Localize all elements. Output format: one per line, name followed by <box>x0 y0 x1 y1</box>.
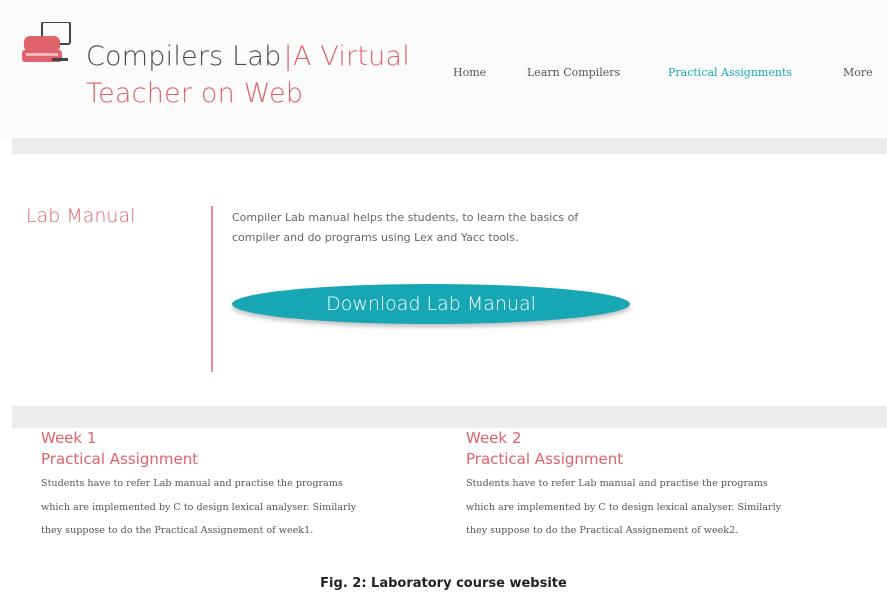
week-title[interactable]: Week 1 <box>41 428 461 448</box>
week-subtitle[interactable]: Practical Assignment <box>41 448 461 470</box>
header-divider-band <box>12 138 887 154</box>
nav-practical-assignments[interactable]: Practical Assignments <box>668 66 792 79</box>
site-brand[interactable]: Compilers Lab|A Virtual Teacher on Web <box>86 38 410 112</box>
week-description: Students have to refer Lab manual and pr… <box>41 472 461 543</box>
week-desc-line3: they suppose to do the Practical Assigne… <box>466 525 739 536</box>
week-subtitle[interactable]: Practical Assignment <box>466 448 886 470</box>
nav-home[interactable]: Home <box>453 66 486 79</box>
download-lab-manual-button[interactable]: Download Lab Manual <box>232 284 630 324</box>
week-title[interactable]: Week 2 <box>466 428 886 448</box>
week-desc-line1: Students have to refer Lab manual and pr… <box>41 478 343 489</box>
lab-manual-description: Compiler Lab manual helps the students, … <box>232 208 672 248</box>
brand-main: Compilers Lab <box>86 41 282 72</box>
download-button-label: Download Lab Manual <box>326 293 536 315</box>
week-desc-line2: which are implemented by C to design lex… <box>466 501 782 513</box>
figure-caption: Fig. 2: Laboratory course website <box>320 576 567 591</box>
nav-learn-compilers[interactable]: Learn Compilers <box>527 66 620 79</box>
lab-desc-line2: compiler and do programs using Lex and Y… <box>232 231 519 244</box>
vertical-divider <box>211 206 213 372</box>
nav-more[interactable]: More <box>843 66 873 79</box>
brand-accent-line1: A Virtual <box>292 41 410 72</box>
site-header: Compilers Lab|A Virtual Teacher on Web H… <box>0 0 887 140</box>
brand-accent-line2: Teacher on Web <box>86 78 304 109</box>
week-desc-line2: which are implemented by C to design lex… <box>41 501 357 513</box>
week-description: Students have to refer Lab manual and pr… <box>466 472 886 543</box>
section-divider-band <box>12 406 887 428</box>
week-desc-line1: Students have to refer Lab manual and pr… <box>466 478 768 489</box>
lab-desc-line1: Compiler Lab manual helps the students, … <box>232 211 579 224</box>
lab-manual-title: Lab Manual <box>26 205 136 227</box>
week-card-2: Week 2 Practical Assignment Students hav… <box>466 428 886 543</box>
week-desc-line3: they suppose to do the Practical Assigne… <box>41 525 314 536</box>
brand-separator: | <box>283 41 293 72</box>
week-card-1: Week 1 Practical Assignment Students hav… <box>41 428 461 543</box>
monitor-icon[interactable] <box>22 22 72 68</box>
